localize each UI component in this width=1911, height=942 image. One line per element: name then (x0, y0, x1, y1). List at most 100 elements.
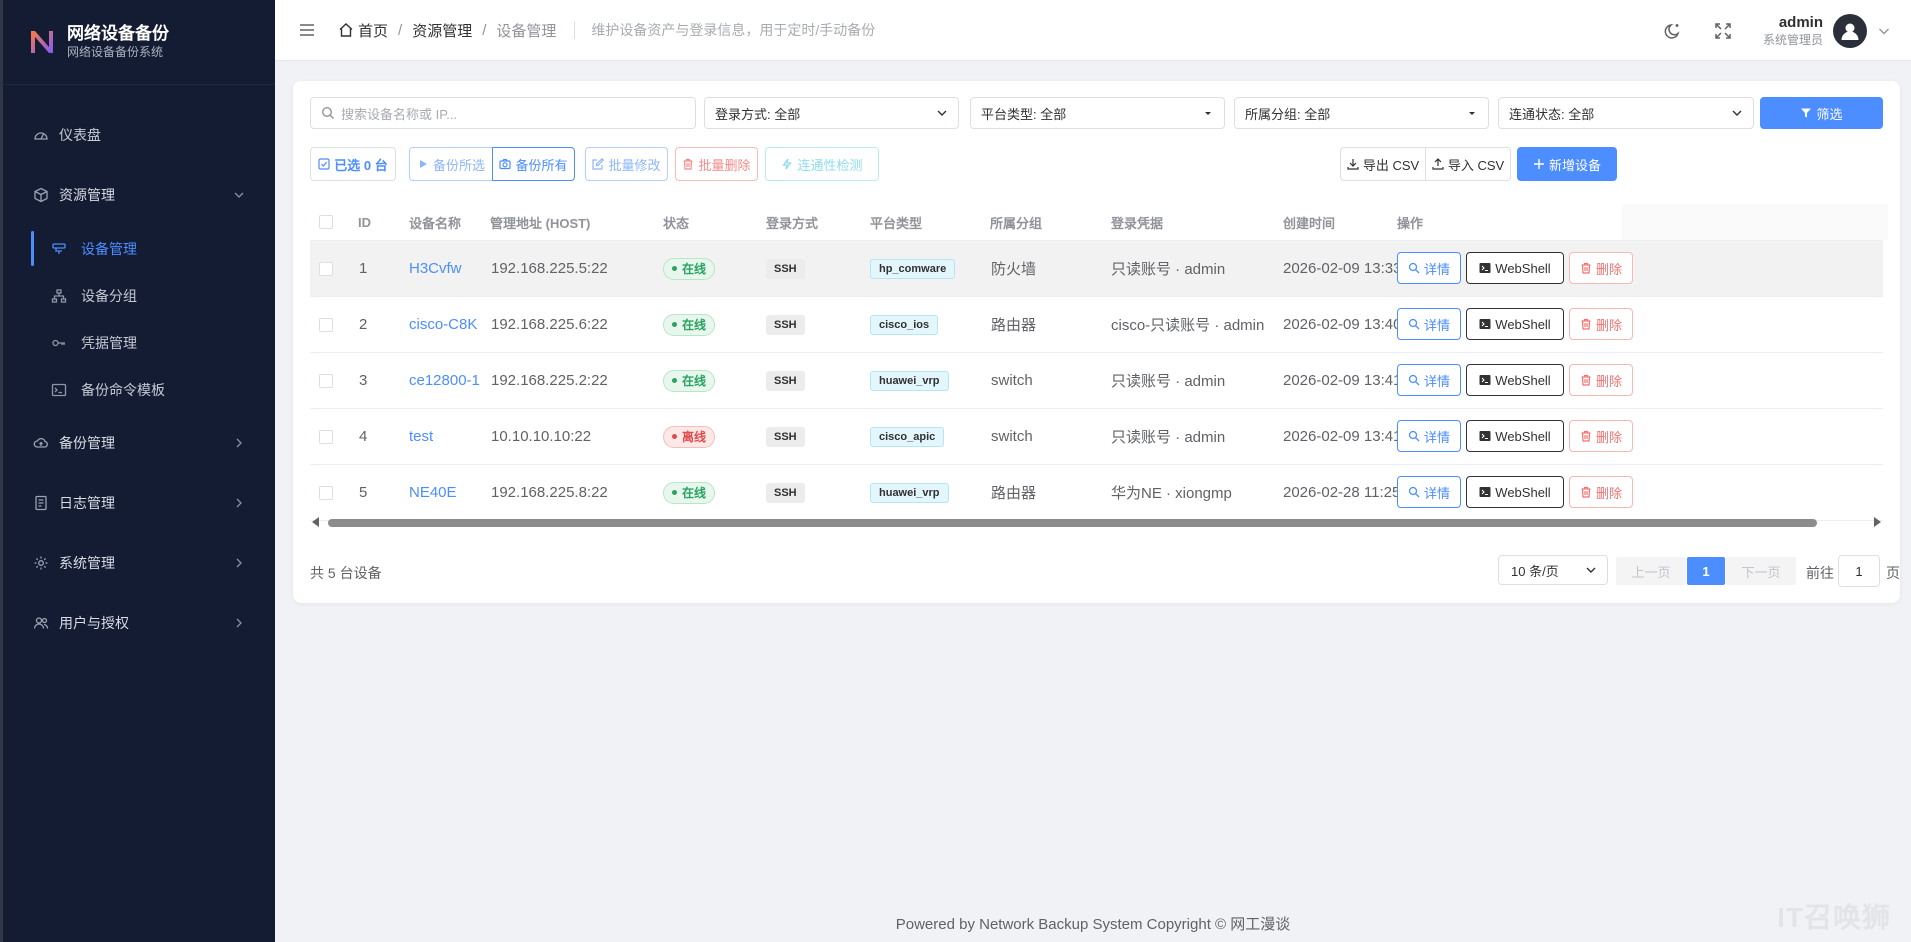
row-checkbox[interactable] (319, 430, 333, 444)
breadcrumb-current: 设备管理 (496, 22, 557, 40)
sidebar-item-device-management[interactable]: 设备管理 (3, 225, 275, 272)
detail-button[interactable]: 详情 (1397, 252, 1461, 284)
batch-edit-button[interactable]: 批量修改 (585, 147, 668, 181)
column-header-host[interactable]: 管理地址 (HOST) (490, 213, 590, 232)
detail-button[interactable]: 详情 (1397, 308, 1461, 340)
table-row[interactable]: 2 cisco-C8K 192.168.225.6:22 在线 SSH cisc… (310, 297, 1883, 353)
sidebar-item-users[interactable]: 用户与授权 (3, 593, 275, 653)
table-row[interactable]: 3 ce12800-1 192.168.225.2:22 在线 SSH huaw… (310, 353, 1883, 409)
batch-delete-button[interactable]: 批量删除 (675, 147, 758, 181)
sidebar-item-resource[interactable]: 资源管理 (3, 165, 275, 225)
column-header-group[interactable]: 所属分组 (990, 213, 1042, 232)
cell-device-name[interactable]: ce12800-1 (409, 372, 480, 389)
select-all-checkbox[interactable] (319, 215, 333, 229)
column-header-created[interactable]: 创建时间 (1283, 213, 1335, 232)
webshell-button[interactable]: WebShell (1466, 420, 1564, 452)
platform-select[interactable]: 平台类型: 全部 (970, 97, 1225, 129)
page-size-select[interactable]: 10 条/页 (1498, 555, 1608, 585)
import-csv-button[interactable]: 导入 CSV (1425, 147, 1511, 181)
column-header-platform[interactable]: 平台类型 (870, 213, 922, 232)
delete-button[interactable]: 删除 (1569, 364, 1633, 396)
delete-label: 删除 (1595, 317, 1622, 333)
sidebar-item-label: 凭据管理 (81, 334, 137, 351)
delete-button[interactable]: 删除 (1569, 252, 1633, 284)
sidebar-item-backup[interactable]: 备份管理 (3, 413, 275, 473)
scroll-left-arrow-icon[interactable] (312, 517, 319, 527)
filter-button[interactable]: 筛选 (1760, 97, 1883, 129)
detail-button[interactable]: 详情 (1397, 420, 1461, 452)
sidebar-item-label: 备份命令模板 (81, 381, 165, 398)
breadcrumb-resource[interactable]: 资源管理 (412, 20, 472, 41)
check-square-icon (318, 158, 330, 170)
theme-toggle-icon[interactable] (1663, 21, 1683, 41)
delete-button[interactable]: 删除 (1569, 308, 1633, 340)
brand[interactable]: 网络设备备份 网络设备备份系统 (3, 0, 275, 85)
export-csv-button[interactable]: 导出 CSV (1340, 147, 1426, 181)
cell-device-name[interactable]: cisco-C8K (409, 316, 477, 333)
goto-page-input[interactable]: 1 (1838, 555, 1880, 587)
chevron-down-icon[interactable] (1877, 24, 1891, 38)
horizontal-scrollbar[interactable] (310, 516, 1883, 530)
column-header-login[interactable]: 登录方式 (766, 213, 818, 232)
group-select[interactable]: 所属分组: 全部 (1234, 97, 1489, 129)
detail-button[interactable]: 详情 (1397, 476, 1461, 508)
sidebar-item-credentials[interactable]: 凭据管理 (3, 319, 275, 366)
backup-all-button[interactable]: 备份所有 (492, 147, 575, 181)
cell-host: 192.168.225.8:22 (491, 484, 608, 501)
sidebar-item-label: 用户与授权 (59, 615, 129, 631)
menu-toggle-icon[interactable] (298, 21, 316, 39)
column-header-credential[interactable]: 登录凭据 (1111, 213, 1163, 232)
table-row[interactable]: 4 test 10.10.10.10:22 离线 SSH cisco_apic … (310, 409, 1883, 465)
column-header-status[interactable]: 状态 (663, 213, 689, 232)
row-checkbox[interactable] (319, 486, 333, 500)
user-role: 系统管理员 (1762, 32, 1823, 47)
sidebar-item-device-group[interactable]: 设备分组 (3, 272, 275, 319)
webshell-button[interactable]: WebShell (1466, 476, 1564, 508)
row-checkbox[interactable] (319, 374, 333, 388)
header-right: admin 系统管理员 (1663, 0, 1911, 61)
breadcrumb-home[interactable]: 首页 (358, 20, 388, 41)
user-info[interactable]: admin 系统管理员 (1763, 14, 1823, 48)
cell-device-name[interactable]: test (409, 428, 433, 445)
row-checkbox[interactable] (319, 318, 333, 332)
add-device-button[interactable]: 新增设备 (1517, 147, 1617, 181)
table-row[interactable]: 1 H3Cvfw 192.168.225.5:22 在线 SSH hp_comw… (310, 241, 1883, 297)
detail-button[interactable]: 详情 (1397, 364, 1461, 396)
status-dot (672, 322, 677, 327)
search-input[interactable]: 搜索设备名称或 IP... (310, 97, 696, 129)
trash-icon (1581, 374, 1591, 386)
sidebar-item-logs[interactable]: 日志管理 (3, 473, 275, 533)
page-number-current[interactable]: 1 (1687, 557, 1725, 585)
webshell-button[interactable]: WebShell (1466, 252, 1564, 284)
column-header-id[interactable]: ID (358, 215, 371, 230)
fullscreen-icon[interactable] (1713, 21, 1733, 41)
scroll-right-arrow-icon[interactable] (1874, 517, 1881, 527)
backup-selected-button[interactable]: 备份所选 (409, 147, 493, 181)
login-method-select[interactable]: 登录方式: 全部 (704, 97, 959, 129)
cell-credential: cisco-只读账号 · admin (1111, 317, 1265, 334)
sidebar-item-backup-templates[interactable]: 备份命令模板 (3, 366, 275, 413)
scrollbar-thumb[interactable] (328, 519, 1817, 527)
column-header-name[interactable]: 设备名称 (409, 213, 461, 232)
row-checkbox[interactable] (319, 262, 333, 276)
select-value: 连通状态: 全部 (1509, 106, 1595, 122)
sidebar-nav: 仪表盘 资源管理 设备管理 设备分组 凭据管理 备份命令模板 备份管理 日志管理… (3, 85, 275, 653)
webshell-button[interactable]: WebShell (1466, 308, 1564, 340)
cell-device-name[interactable]: H3Cvfw (409, 260, 462, 277)
filter-button-label: 筛选 (1816, 106, 1843, 122)
delete-button[interactable]: 删除 (1569, 476, 1633, 508)
sidebar-item-system[interactable]: 系统管理 (3, 533, 275, 593)
search-icon (321, 106, 334, 119)
delete-button[interactable]: 删除 (1569, 420, 1633, 452)
webshell-button[interactable]: WebShell (1466, 364, 1564, 396)
connectivity-check-button[interactable]: 连通性检测 (765, 147, 879, 181)
cell-device-name[interactable]: NE40E (409, 484, 457, 501)
table-row[interactable]: 5 NE40E 192.168.225.8:22 在线 SSH huawei_v… (310, 465, 1883, 521)
sidebar-item-dashboard[interactable]: 仪表盘 (3, 105, 275, 165)
prev-page-button[interactable]: 上一页 (1616, 557, 1686, 585)
connectivity-select[interactable]: 连通状态: 全部 (1498, 97, 1754, 129)
chevron-right-icon (236, 618, 242, 628)
avatar[interactable] (1833, 13, 1867, 48)
goto-label: 前往 (1806, 565, 1834, 581)
next-page-button[interactable]: 下一页 (1726, 557, 1796, 585)
